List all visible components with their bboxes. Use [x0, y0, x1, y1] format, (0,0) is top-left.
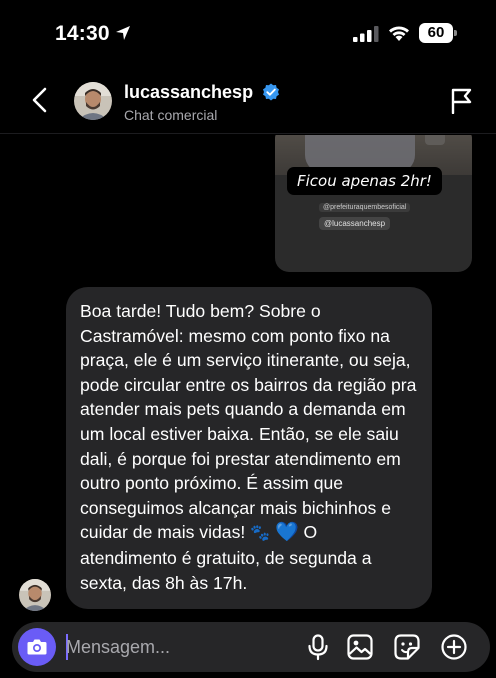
- camera-button[interactable]: [18, 628, 56, 666]
- sticker-icon[interactable]: [393, 633, 421, 661]
- status-bar: 14:30 60: [0, 0, 496, 62]
- avatar[interactable]: [74, 82, 112, 120]
- battery-indicator: 60: [419, 23, 457, 43]
- status-time: 14:30: [55, 22, 110, 45]
- location-arrow-icon: [116, 26, 130, 40]
- story-tag: @prefeituraquembesoficial: [319, 203, 411, 212]
- chat-header: lucassanchesp Chat comercial: [0, 62, 496, 134]
- message-text: Boa tarde! Tudo bem? Sobre o Castramóvel…: [80, 301, 417, 543]
- paw-prints-icon: 🐾: [250, 523, 271, 543]
- chat-username[interactable]: lucassanchesp: [124, 82, 253, 103]
- sender-avatar[interactable]: [19, 579, 51, 611]
- chevron-left-icon[interactable]: [28, 86, 52, 114]
- story-caption: Ficou apenas 2hr!: [287, 167, 442, 195]
- story-mention: @lucassanchesp: [319, 217, 391, 230]
- battery-tip: [454, 30, 457, 36]
- flag-icon[interactable]: [448, 88, 474, 114]
- battery-level: 60: [419, 23, 453, 43]
- shared-story-preview[interactable]: Ficou apenas 2hr! @prefeituraquembesofic…: [275, 135, 472, 272]
- message-composer: [12, 622, 490, 672]
- camera-icon: [27, 639, 47, 655]
- message-thread[interactable]: Ficou apenas 2hr! @prefeituraquembesofic…: [0, 135, 496, 620]
- wifi-icon: [389, 26, 409, 41]
- blue-heart-icon: 💙: [274, 521, 299, 544]
- story-photo-detail: [425, 135, 445, 145]
- plus-circle-icon[interactable]: [440, 633, 468, 661]
- chat-subtitle: Chat comercial: [124, 107, 218, 123]
- message-input[interactable]: [66, 629, 286, 665]
- verified-badge-icon: [263, 83, 279, 101]
- received-message-bubble[interactable]: Boa tarde! Tudo bem? Sobre o Castramóvel…: [66, 287, 432, 610]
- cellular-signal-icon: [353, 26, 379, 42]
- microphone-icon[interactable]: [304, 633, 332, 661]
- image-icon[interactable]: [346, 633, 374, 661]
